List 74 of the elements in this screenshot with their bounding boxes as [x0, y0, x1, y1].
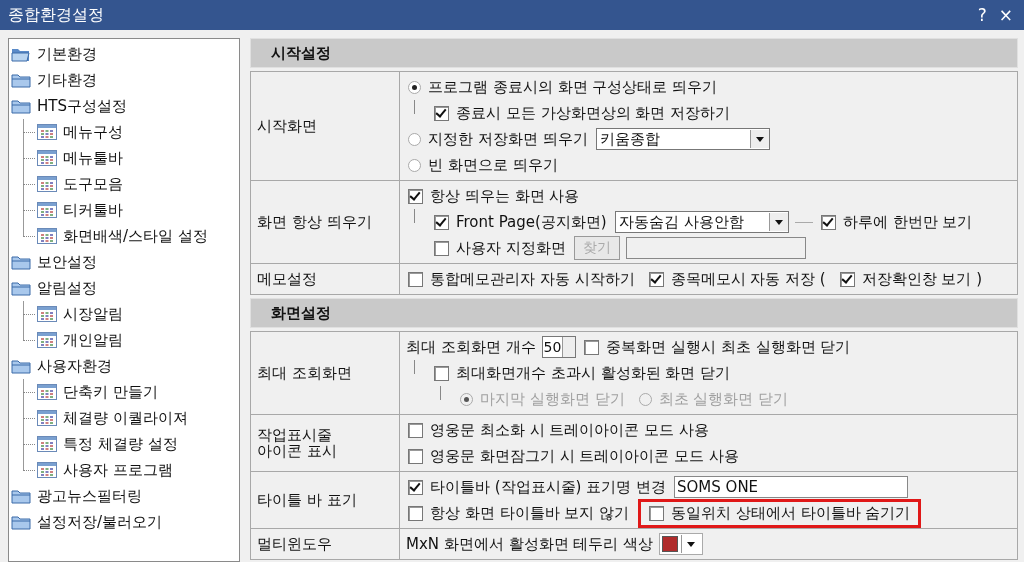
tree-item[interactable]: 보안설정	[37, 252, 97, 272]
window-grid-icon	[37, 150, 57, 166]
tree-item[interactable]: 기타환경	[37, 70, 97, 90]
tree-item[interactable]: 도구모음	[63, 174, 123, 194]
checkbox[interactable]: 타이틀바 (작업표시줄) 표기명 변경	[406, 476, 668, 498]
row-label: 최대 조회화면	[251, 332, 400, 414]
tree-item[interactable]: 단축키 만들기	[63, 382, 158, 402]
folder-icon	[11, 488, 31, 504]
tree-item[interactable]: 화면배색/스타일 설정	[63, 226, 208, 246]
window-grid-icon	[37, 124, 57, 140]
checkbox[interactable]: 중복화면 실행시 최초 실행화면 닫기	[582, 336, 853, 358]
close-button[interactable]: ×	[995, 5, 1016, 25]
window-grid-icon	[37, 306, 57, 322]
row-label: 메모설정	[251, 264, 400, 294]
section-header: 시작설정	[250, 38, 1018, 68]
folder-icon	[11, 254, 31, 270]
checkbox[interactable]: 저장확인창 보기 )	[837, 268, 985, 290]
radio-option[interactable]: 빈 화면으로 띄우기	[406, 154, 560, 176]
checkbox[interactable]: 통합메모관리자 자동 시작하기	[406, 268, 637, 290]
tree-item[interactable]: 기본환경	[37, 44, 97, 64]
window-grid-icon	[37, 410, 57, 426]
tree-item[interactable]: 특정 체결량 설정	[63, 434, 178, 454]
field-label: 최대 조회화면 개수	[406, 337, 536, 357]
checkbox[interactable]: 동일위치 상태에서 타이틀바 숨기기	[641, 501, 919, 525]
window-grid-icon	[37, 462, 57, 478]
folder-icon	[11, 72, 31, 88]
tree-item[interactable]: 개인알림	[63, 330, 123, 350]
checkbox[interactable]: 사용자 지정화면	[432, 237, 568, 259]
tree-item[interactable]: HTS구성설정	[37, 96, 127, 116]
window-grid-icon	[37, 228, 57, 244]
help-button[interactable]: ?	[974, 5, 990, 25]
checkbox[interactable]: 항상 띄우는 화면 사용	[406, 185, 582, 207]
checkbox[interactable]: 종료시 모든 가상화면상의 화면 저장하기	[432, 102, 733, 124]
checkbox[interactable]: 종목메모시 자동 저장 (	[646, 268, 828, 290]
window-title: 종합환경설정	[8, 4, 104, 26]
section-header: 화면설정	[250, 298, 1018, 328]
dropdown[interactable]: 키움종합	[595, 128, 770, 150]
row-label: 작업표시줄 아이콘 표시	[251, 415, 400, 471]
folder-icon	[11, 358, 31, 374]
tree-item[interactable]: 설정저장/불러오기	[37, 512, 163, 532]
tree-item[interactable]: 사용자환경	[37, 356, 112, 376]
checkbox[interactable]: 최대화면개수 초과시 활성화된 화면 닫기	[432, 362, 733, 384]
dropdown[interactable]: 자동숨김 사용안함	[614, 211, 789, 233]
field-label: MxN 화면에서 활성화면 테두리 색상	[406, 534, 654, 554]
window-grid-icon	[37, 436, 57, 452]
row-label: 타이틀 바 표기	[251, 472, 400, 528]
checkbox[interactable]: 하루에 한번만 보기	[818, 211, 975, 233]
row-label: 멀티윈도우	[251, 529, 400, 559]
window-grid-icon	[37, 202, 57, 218]
tree-item[interactable]: 메뉴툴바	[63, 148, 123, 168]
folder-icon	[11, 98, 31, 114]
window-grid-icon	[37, 332, 57, 348]
tree-item[interactable]: 광고뉴스필터링	[37, 486, 142, 506]
folder-icon	[11, 280, 31, 296]
tree-item[interactable]: 메뉴구성	[63, 122, 123, 142]
number-spinner[interactable]: 50	[541, 336, 577, 358]
window-grid-icon	[37, 176, 57, 192]
row-label: 화면 항상 띄우기	[251, 181, 400, 263]
checkbox[interactable]: 항상 화면 타이틀바 보지 않기	[406, 502, 632, 524]
folder-icon	[11, 514, 31, 530]
row-label: 시작화면	[251, 72, 400, 180]
checkbox[interactable]: 영웅문 최소화 시 트레이아이콘 모드 사용	[406, 419, 711, 441]
input-field[interactable]: SOMS ONE	[674, 476, 908, 498]
tree-item[interactable]: 알림설정	[37, 278, 97, 298]
window-grid-icon	[37, 384, 57, 400]
tree-item[interactable]: 사용자 프로그램	[63, 460, 173, 480]
checkbox[interactable]: Front Page(공지화면)	[432, 211, 609, 233]
checkbox[interactable]: 영웅문 화면잠그기 시 트레이아이콘 모드 사용	[406, 445, 741, 467]
tree-item[interactable]: 시장알림	[63, 304, 123, 324]
tree-item[interactable]: 티커툴바	[63, 200, 123, 220]
radio-option[interactable]: 프로그램 종료시의 화면 구성상태로 띄우기	[406, 76, 720, 98]
color-picker[interactable]	[659, 533, 704, 555]
tree-item[interactable]: 체결량 이퀄라이져	[63, 408, 188, 428]
radio-option[interactable]: 지정한 저장화면 띄우기	[406, 128, 590, 150]
